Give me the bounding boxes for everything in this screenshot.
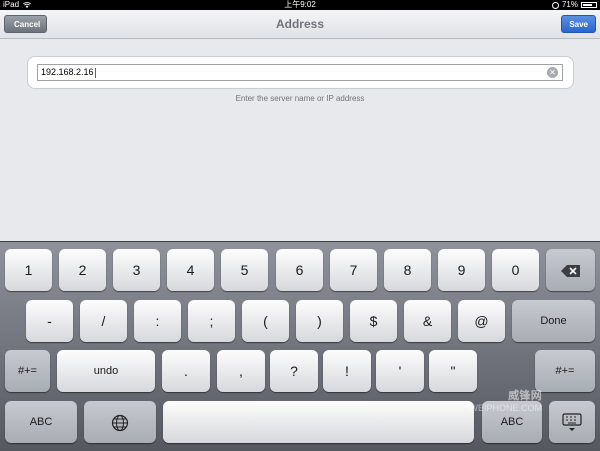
status-bar: iPad 上午9:02 71% <box>0 0 600 10</box>
key-exclamation[interactable]: ! <box>323 350 371 392</box>
address-field[interactable]: 192.168.2.16 ✕ <box>37 64 563 81</box>
key-4[interactable]: 4 <box>167 249 214 291</box>
watermark-brand: 威锋网 <box>508 390 542 402</box>
battery-icon <box>581 2 597 8</box>
key-colon[interactable]: : <box>134 300 181 342</box>
key-slash[interactable]: / <box>80 300 127 342</box>
key-period[interactable]: . <box>162 350 210 392</box>
keyboard-dismiss-icon <box>562 413 582 432</box>
key-question[interactable]: ? <box>270 350 318 392</box>
globe-key[interactable] <box>84 401 156 443</box>
dismiss-keyboard-key[interactable] <box>549 401 595 443</box>
delete-key[interactable] <box>546 249 595 291</box>
symbols-key-right[interactable]: #+= <box>535 350 595 392</box>
key-2[interactable]: 2 <box>59 249 106 291</box>
key-5[interactable]: 5 <box>221 249 268 291</box>
space-key[interactable] <box>163 401 474 443</box>
watermark-site: WEIPHONE.COM <box>469 403 542 413</box>
key-9[interactable]: 9 <box>438 249 485 291</box>
key-semicolon[interactable]: ; <box>188 300 235 342</box>
key-1[interactable]: 1 <box>5 249 52 291</box>
text-cursor <box>94 67 96 78</box>
address-value: 192.168.2.16 <box>41 67 94 77</box>
address-hint: Enter the server name or IP address <box>235 94 365 103</box>
done-key[interactable]: Done <box>512 300 595 342</box>
globe-icon <box>111 415 129 432</box>
key-open-paren[interactable]: ( <box>242 300 289 342</box>
backspace-icon <box>560 265 580 278</box>
key-7[interactable]: 7 <box>330 249 377 291</box>
key-close-paren[interactable]: ) <box>296 300 343 342</box>
key-quote[interactable]: " <box>429 350 477 392</box>
cancel-button[interactable]: Cancel <box>4 15 48 33</box>
key-8[interactable]: 8 <box>384 249 431 291</box>
key-apostrophe[interactable]: ' <box>376 350 424 392</box>
key-at[interactable]: @ <box>458 300 505 342</box>
symbols-key-left[interactable]: #+= <box>5 350 50 392</box>
key-0[interactable]: 0 <box>492 249 539 291</box>
key-hyphen[interactable]: - <box>26 300 73 342</box>
address-panel: 192.168.2.16 ✕ <box>27 56 574 89</box>
navigation-bar: Address Cancel Save <box>0 10 600 39</box>
key-6[interactable]: 6 <box>276 249 323 291</box>
key-dollar[interactable]: $ <box>350 300 397 342</box>
clear-icon[interactable]: ✕ <box>547 67 558 78</box>
undo-key[interactable]: undo <box>57 350 155 392</box>
page-title: Address <box>275 17 325 31</box>
rotation-lock-icon <box>551 1 559 9</box>
battery-percent: 71% <box>561 0 578 9</box>
key-3[interactable]: 3 <box>113 249 160 291</box>
key-ampersand[interactable]: & <box>404 300 451 342</box>
key-comma[interactable]: , <box>217 350 265 392</box>
save-button[interactable]: Save <box>561 15 596 33</box>
status-time: 上午9:02 <box>284 0 316 9</box>
abc-key-left[interactable]: ABC <box>5 401 77 443</box>
